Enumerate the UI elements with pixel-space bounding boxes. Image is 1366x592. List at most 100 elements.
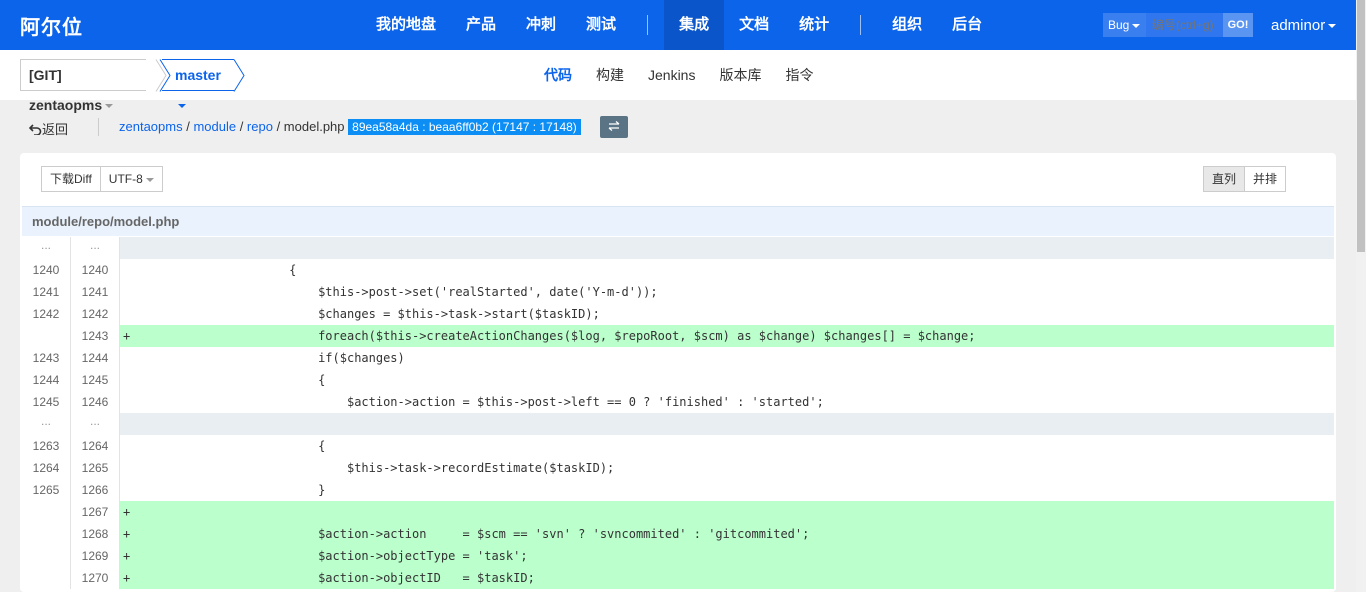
encoding-label: UTF-8	[108, 172, 143, 186]
new-line-number: 1240	[71, 259, 120, 281]
user-name: adminor	[1271, 17, 1326, 34]
page-scrollbar[interactable]	[1356, 0, 1366, 592]
tab-code[interactable]: 代码	[532, 65, 584, 85]
search-type-dropdown[interactable]: Bug	[1103, 13, 1146, 37]
breadcrumb-file: model.php	[283, 119, 345, 134]
old-line-number: 1245	[22, 391, 71, 413]
swap-revisions-button[interactable]	[600, 116, 628, 138]
breadcrumb-module[interactable]: module	[193, 119, 236, 134]
search-input[interactable]	[1146, 13, 1223, 37]
sub-navbar: [GIT] zentaopms master 代码 构建 Jenkins 版本库…	[0, 50, 1356, 113]
diff-panel: 下载Diff UTF-8 直列 并排 module/repo/model.php…	[20, 153, 1336, 592]
nav-admin[interactable]: 后台	[937, 0, 997, 50]
repo-selector[interactable]: [GIT] zentaopms	[20, 59, 146, 113]
new-line-number: 1265	[71, 457, 120, 479]
back-button[interactable]: 返回	[28, 119, 68, 138]
code-line: + $action->objectID = $taskID;	[120, 567, 1334, 589]
tab-build[interactable]: 构建	[584, 65, 636, 85]
old-line-number	[22, 523, 71, 545]
tab-repo[interactable]: 版本库	[707, 65, 773, 85]
revision-badge: 89ea58a4da : beaa6ff0b2 (17147 : 17148)	[348, 119, 581, 135]
code-line: $action->action = $this->post->left == 0…	[123, 395, 824, 409]
diff-row-collapsed[interactable]: ......	[22, 413, 1334, 435]
scrollbar-thumb[interactable]	[1357, 0, 1365, 252]
file-path-header: module/repo/model.php	[22, 206, 1334, 236]
nav-divider	[860, 15, 862, 35]
new-line-number: 1268	[71, 523, 120, 545]
code-line: {	[123, 373, 326, 387]
old-line-number	[22, 567, 71, 589]
view-mode-toggle: 直列 并排	[1203, 166, 1287, 192]
main-nav: 我的地盘 产品 冲刺 测试 集成 文档 统计 组织 后台	[361, 0, 997, 50]
code-line: $this->post->set('realStarted', date('Y-…	[123, 285, 658, 299]
old-line-number: 1263	[22, 435, 71, 457]
repo-name: [GIT] zentaopms	[29, 67, 103, 113]
new-line-number: 1264	[71, 435, 120, 457]
nav-company[interactable]: 组织	[877, 0, 937, 50]
old-line-number: 1242	[22, 303, 71, 325]
divider	[98, 118, 99, 136]
old-line-number: 1264	[22, 457, 71, 479]
view-inline-button[interactable]: 直列	[1203, 166, 1246, 192]
diff-row: 1263 1264 {	[22, 435, 1334, 457]
chevron-down-icon	[1328, 24, 1337, 29]
breadcrumb-repo[interactable]: zentaopms	[119, 119, 183, 134]
new-line-number: ...	[71, 413, 120, 435]
diff-row-added: 1269 + $action->objectType = 'task';	[22, 545, 1334, 567]
diff-row: 1245 1246 $action->action = $this->post->…	[22, 391, 1334, 413]
new-line-number: 1244	[71, 347, 120, 369]
old-line-number: 1241	[22, 281, 71, 303]
code-line	[120, 237, 1334, 259]
new-line-number: ...	[71, 237, 120, 259]
breadcrumb-repo-dir[interactable]: repo	[247, 119, 273, 134]
breadcrumb: zentaopms / module / repo / model.php 89…	[119, 119, 581, 135]
code-line: {	[123, 263, 297, 277]
nav-my[interactable]: 我的地盘	[361, 0, 451, 50]
top-navbar: 阿尔位 我的地盘 产品 冲刺 测试 集成 文档 统计 组织 后台 Bug GO!…	[0, 0, 1356, 50]
view-side-by-side-button[interactable]: 并排	[1245, 166, 1287, 192]
diff-row: 1264 1265 $this->task->recordEstimate($ta…	[22, 457, 1334, 479]
nav-stats[interactable]: 统计	[784, 0, 844, 50]
exchange-icon	[608, 121, 620, 131]
new-line-number: 1270	[71, 567, 120, 589]
diff-row: 1244 1245 {	[22, 369, 1334, 391]
code-line: $changes = $this->task->start($taskID);	[123, 307, 600, 321]
old-line-number: 1240	[22, 259, 71, 281]
chevron-down-icon	[178, 104, 186, 109]
download-diff-button[interactable]: 下载Diff	[41, 166, 101, 192]
new-line-number: 1267	[71, 501, 120, 523]
code-line: + foreach($this->createActionChanges($lo…	[120, 325, 1334, 347]
nav-sprint[interactable]: 冲刺	[511, 0, 571, 50]
diff-row-collapsed[interactable]: ......	[22, 237, 1334, 259]
nav-doc[interactable]: 文档	[724, 0, 784, 50]
code-line: + $action->objectType = 'task';	[120, 545, 1334, 567]
user-menu[interactable]: adminor	[1271, 17, 1337, 34]
new-line-number: 1242	[71, 303, 120, 325]
tab-commands[interactable]: 指令	[773, 65, 825, 85]
nav-divider	[647, 15, 649, 35]
old-line-number: ...	[22, 413, 71, 435]
nav-test[interactable]: 测试	[571, 0, 631, 50]
chevron-down-icon	[1132, 23, 1141, 28]
nav-product[interactable]: 产品	[451, 0, 511, 50]
tab-jenkins[interactable]: Jenkins	[636, 67, 707, 83]
new-line-number: 1245	[71, 369, 120, 391]
search-go-button[interactable]: GO!	[1223, 13, 1253, 37]
old-line-number: 1244	[22, 369, 71, 391]
brand-logo[interactable]: 阿尔位	[20, 11, 83, 40]
old-line-number: 1243	[22, 347, 71, 369]
diff-toolbar: 下载Diff UTF-8	[41, 166, 163, 192]
new-line-number: 1246	[71, 391, 120, 413]
diff-row: 1242 1242 $changes = $this->task->start($…	[22, 303, 1334, 325]
diff-row: 1241 1241 $this->post->set('realStarted',…	[22, 281, 1334, 303]
encoding-dropdown[interactable]: UTF-8	[100, 166, 163, 192]
nav-integration[interactable]: 集成	[664, 0, 725, 50]
diff-row-added: 1243 + foreach($this->createActionChanges…	[22, 325, 1334, 347]
chevron-down-icon	[105, 104, 114, 109]
diff-row-added: 1270 + $action->objectID = $taskID;	[22, 567, 1334, 589]
branch-selector[interactable]: master	[162, 59, 234, 109]
code-line: +	[120, 501, 1334, 523]
repo-tabs: 代码 构建 Jenkins 版本库 指令	[532, 50, 825, 100]
branch-name: master	[175, 67, 221, 83]
diff-row: 1240 1240 {	[22, 259, 1334, 281]
